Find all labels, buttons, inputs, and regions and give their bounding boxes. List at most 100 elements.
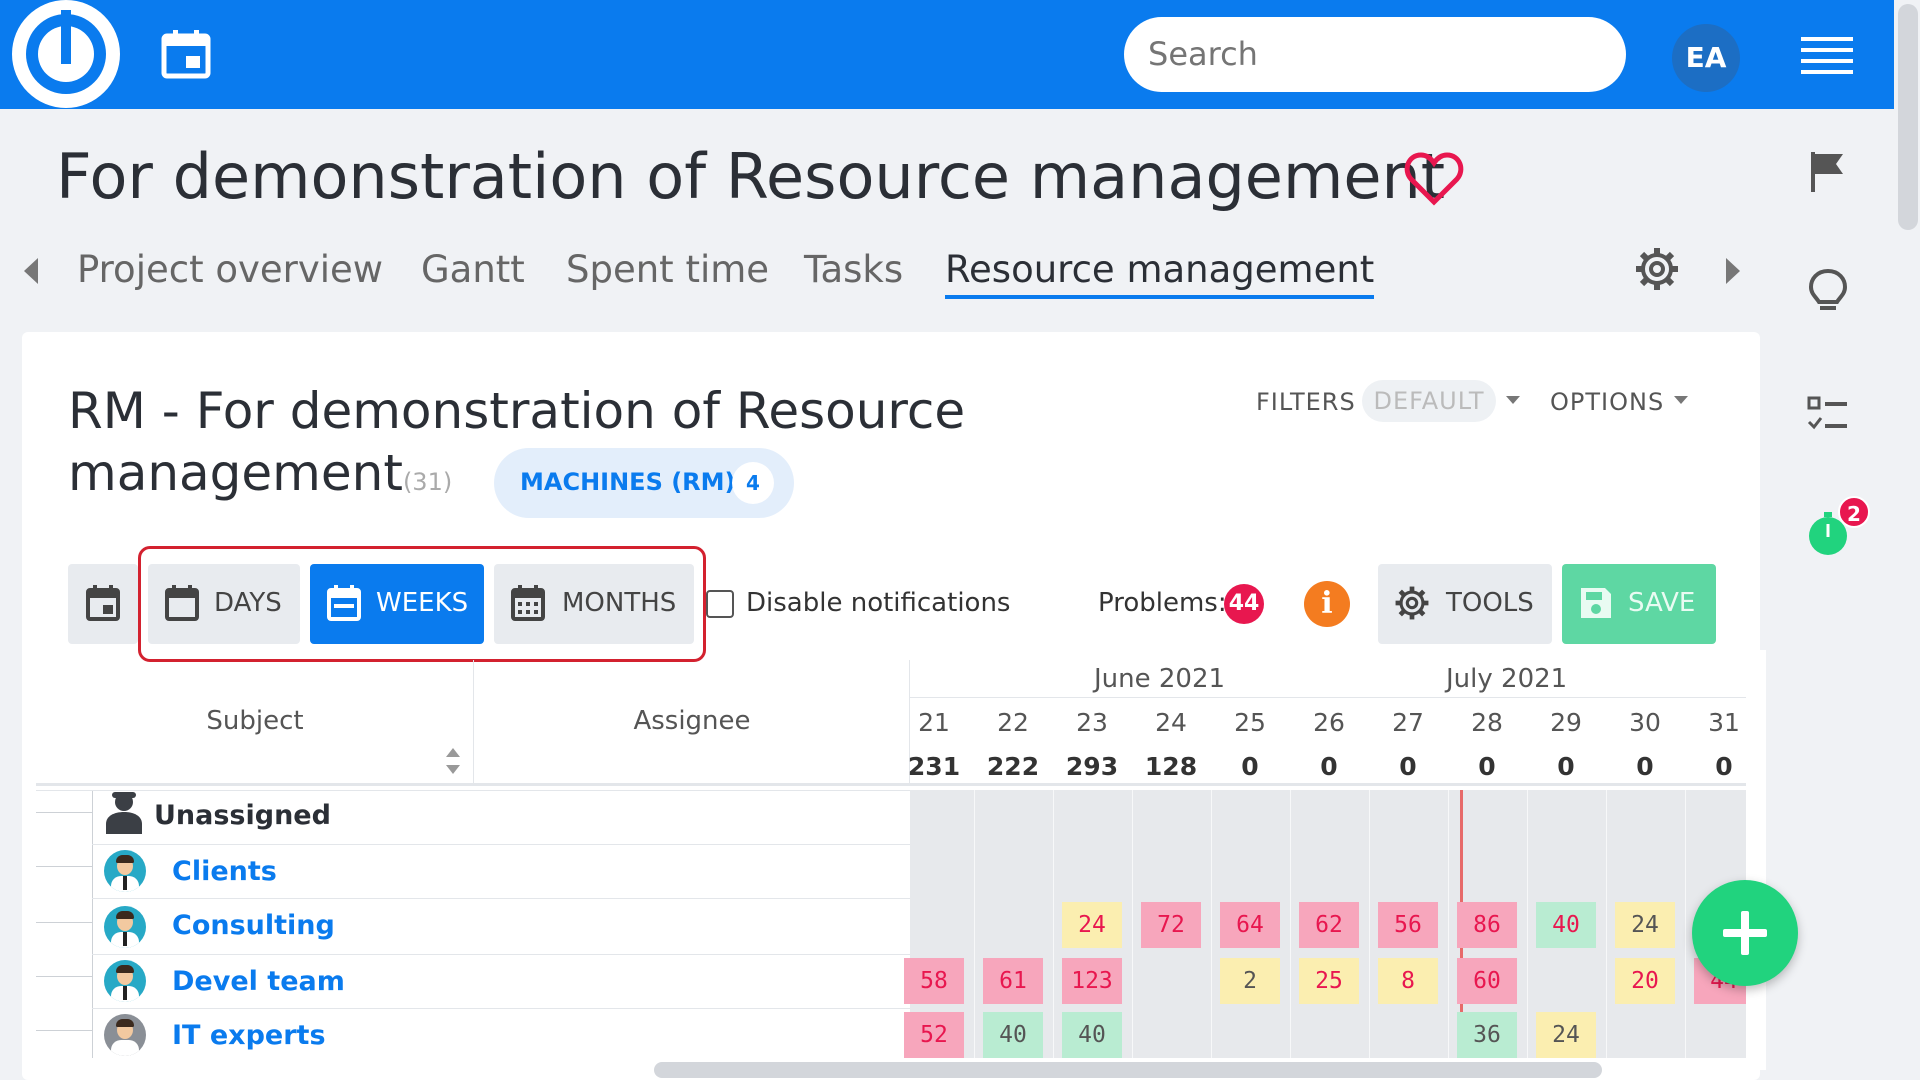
hamburger-menu-icon[interactable] [1801, 37, 1853, 75]
tab-resource-management[interactable]: Resource management [945, 248, 1375, 299]
save-button[interactable]: SAVE [1562, 564, 1716, 644]
filters-button[interactable]: FILTERS [1256, 388, 1356, 416]
day-total: 222 [986, 752, 1040, 781]
day-total: 0 [1636, 752, 1654, 781]
allocation-cell[interactable]: 64 [1220, 902, 1280, 948]
chevron-down-icon[interactable] [1506, 396, 1520, 404]
chevron-down-icon[interactable] [1674, 396, 1688, 404]
grid-line [1447, 790, 1449, 1058]
day-total: 0 [1399, 752, 1417, 781]
tab-spent-time[interactable]: Spent time [566, 248, 769, 291]
gear-icon[interactable] [1634, 246, 1680, 292]
tab-tasks[interactable]: Tasks [804, 248, 903, 291]
allocation-cell[interactable]: 52 [904, 1012, 964, 1058]
timer-badge: 2 [1838, 496, 1870, 528]
allocation-cell[interactable]: 40 [1536, 902, 1596, 948]
subject-column-header[interactable]: Subject [36, 660, 474, 786]
page-scrollbar[interactable] [1896, 0, 1920, 1080]
allocation-cell[interactable]: 36 [1457, 1012, 1517, 1058]
tab-gantt[interactable]: Gantt [421, 248, 525, 291]
machines-filter-pill[interactable]: MACHINES (RM) 4 [494, 448, 794, 518]
allocation-cell[interactable]: 61 [983, 958, 1043, 1004]
day-number: 22 [997, 708, 1029, 737]
sort-icon[interactable] [444, 746, 462, 776]
allocation-cell[interactable]: 2 [1220, 958, 1280, 1004]
day-total: 0 [1557, 752, 1575, 781]
allocation-cell[interactable]: 123 [1062, 958, 1122, 1004]
month-label: July 2021 [1446, 664, 1568, 694]
day-number: 27 [1392, 708, 1424, 737]
month-label: June 2021 [1094, 664, 1226, 694]
add-button[interactable] [1692, 880, 1798, 986]
lightbulb-icon[interactable] [1805, 268, 1851, 314]
grid-line [1368, 790, 1370, 1058]
filters-default-pill[interactable]: DEFAULT [1362, 380, 1496, 422]
day-number: 24 [1155, 708, 1187, 737]
tree-line [92, 790, 93, 1058]
search-input[interactable] [1124, 17, 1626, 92]
month-header-row [910, 658, 1746, 698]
today-button[interactable] [68, 564, 138, 644]
grid-line [1210, 790, 1212, 1058]
allocation-cell[interactable]: 40 [1062, 1012, 1122, 1058]
machines-label: MACHINES (RM) [520, 468, 736, 496]
grid-line [1605, 790, 1607, 1058]
problems-count-badge[interactable]: 44 [1224, 584, 1264, 624]
user-avatar[interactable]: EA [1672, 24, 1740, 92]
disable-notifications-checkbox[interactable] [706, 590, 734, 618]
top-navigation-bar: EA [0, 0, 1894, 109]
chevron-right-icon[interactable] [1724, 256, 1742, 286]
allocation-cell[interactable]: 40 [983, 1012, 1043, 1058]
row-consulting[interactable]: Consulting [172, 910, 335, 941]
allocation-cell[interactable]: 86 [1457, 902, 1517, 948]
machines-count: 4 [732, 462, 774, 504]
page-title: For demonstration of Resource management [56, 140, 1446, 213]
day-total: 293 [1065, 752, 1119, 781]
disable-notifications-label[interactable]: Disable notifications [746, 588, 1010, 618]
calendar-icon [86, 585, 120, 621]
allocation-cell[interactable]: 24 [1615, 902, 1675, 948]
allocation-cell[interactable]: 24 [1536, 1012, 1596, 1058]
allocation-cell[interactable]: 58 [904, 958, 964, 1004]
options-button[interactable]: OPTIONS [1550, 388, 1664, 416]
row-clients[interactable]: Clients [172, 856, 277, 887]
day-number: 21 [918, 708, 950, 737]
allocation-cell[interactable]: 24 [1062, 902, 1122, 948]
day-number: 25 [1234, 708, 1266, 737]
allocation-cell[interactable]: 62 [1299, 902, 1359, 948]
avatar [104, 960, 146, 1002]
calendar-icon[interactable] [160, 28, 212, 80]
issue-count: (31) [402, 468, 453, 496]
allocation-cell[interactable]: 72 [1141, 902, 1201, 948]
flag-icon[interactable] [1805, 148, 1851, 194]
allocation-cell[interactable]: 60 [1457, 958, 1517, 1004]
allocation-cell[interactable]: 25 [1299, 958, 1359, 1004]
tools-button[interactable]: TOOLS [1378, 564, 1552, 644]
grid-line [1289, 790, 1291, 1058]
view-selector-highlight [138, 546, 706, 662]
day-number: 30 [1629, 708, 1661, 737]
grid-line [1526, 790, 1528, 1058]
day-number: 28 [1471, 708, 1503, 737]
allocation-cell[interactable]: 8 [1378, 958, 1438, 1004]
gear-icon [1395, 586, 1429, 620]
allocation-cell[interactable]: 56 [1378, 902, 1438, 948]
day-number: 26 [1313, 708, 1345, 737]
info-icon[interactable]: i [1304, 581, 1350, 627]
horizontal-scrollbar[interactable] [654, 1062, 1602, 1078]
tab-project-overview[interactable]: Project overview [77, 248, 383, 291]
heart-icon[interactable] [1404, 150, 1464, 206]
row-unassigned[interactable]: Unassigned [154, 800, 331, 831]
day-total: 0 [1320, 752, 1338, 781]
chevron-left-icon[interactable] [22, 256, 40, 286]
checklist-icon[interactable] [1805, 392, 1851, 438]
app-logo-icon[interactable] [12, 0, 120, 108]
grid-line [1131, 790, 1133, 1058]
grid-line [1052, 790, 1054, 1058]
allocation-cell[interactable]: 20 [1615, 958, 1675, 1004]
grid-line [973, 790, 975, 1058]
day-number: 29 [1550, 708, 1582, 737]
row-devel-team[interactable]: Devel team [172, 966, 345, 997]
assignee-column-header[interactable]: Assignee [474, 660, 910, 786]
row-it-experts[interactable]: IT experts [172, 1020, 326, 1051]
